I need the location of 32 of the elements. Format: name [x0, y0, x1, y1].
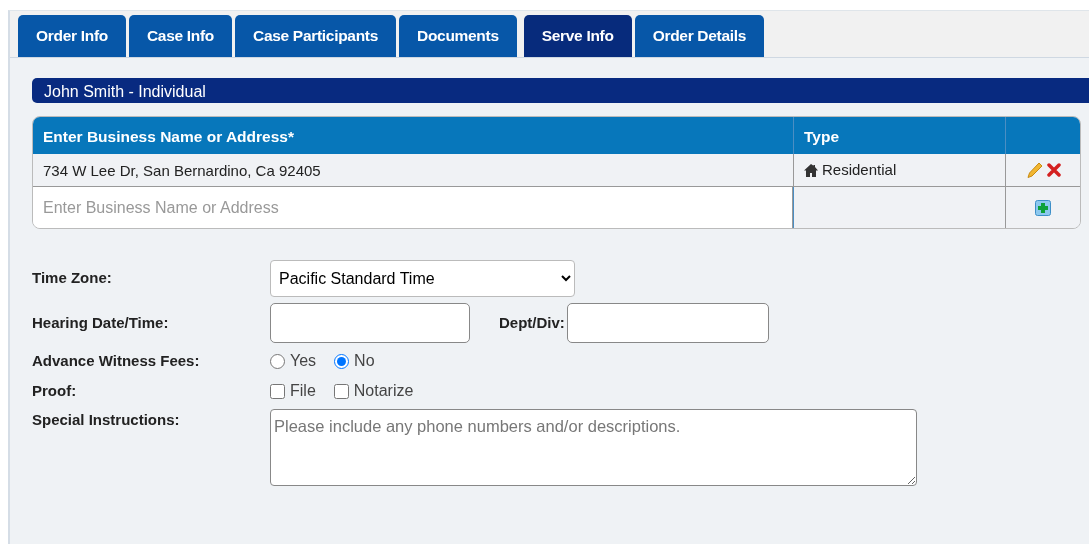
field-label: Dept/Div: — [499, 312, 565, 333]
address-cell: 734 W Lee Dr, San Bernardino, Ca 92405 — [33, 154, 794, 186]
tab[interactable]: Serve Info — [523, 15, 632, 57]
dept-input-field[interactable] — [566, 303, 769, 343]
type-text: Residential — [822, 159, 897, 180]
field-label: Special Instructions: — [32, 410, 181, 430]
party-header: John Smith - Individual — [32, 78, 1089, 103]
tab[interactable]: Documents — [399, 15, 517, 57]
radio-button[interactable] — [270, 353, 285, 369]
option-label: File — [290, 381, 316, 401]
pencil-icon[interactable] — [1025, 161, 1043, 179]
house-icon — [804, 163, 818, 177]
delete-icon[interactable] — [1046, 163, 1061, 177]
time-zone-dropdown[interactable]: Pacific Standard Time — [270, 260, 575, 297]
checkbox[interactable] — [270, 383, 285, 399]
tab[interactable]: Order Info — [18, 15, 126, 57]
option-label: No — [354, 351, 375, 371]
tab[interactable]: Case Participants — [235, 15, 396, 57]
address-input-field[interactable]: Enter Business Name or Address — [33, 187, 793, 228]
date-time-input-field[interactable] — [270, 303, 470, 343]
instructions-text-area[interactable]: Please include any phone numbers and/or descriptions. — [270, 409, 917, 486]
tab[interactable]: Case Info — [128, 15, 232, 57]
tab[interactable]: Order Details — [634, 15, 765, 57]
radio-button[interactable] — [334, 353, 350, 369]
option-label: Notarize — [353, 381, 414, 401]
add-icon[interactable] — [1035, 199, 1051, 216]
field-label: Time Zone: — [32, 268, 113, 289]
option-label: Yes — [290, 351, 317, 371]
field-label: Advance Witness Fees: — [32, 350, 201, 371]
checkbox[interactable] — [333, 383, 349, 399]
field-label: Hearing Date/Time: — [32, 312, 170, 333]
field-label: Proof: — [32, 380, 78, 401]
